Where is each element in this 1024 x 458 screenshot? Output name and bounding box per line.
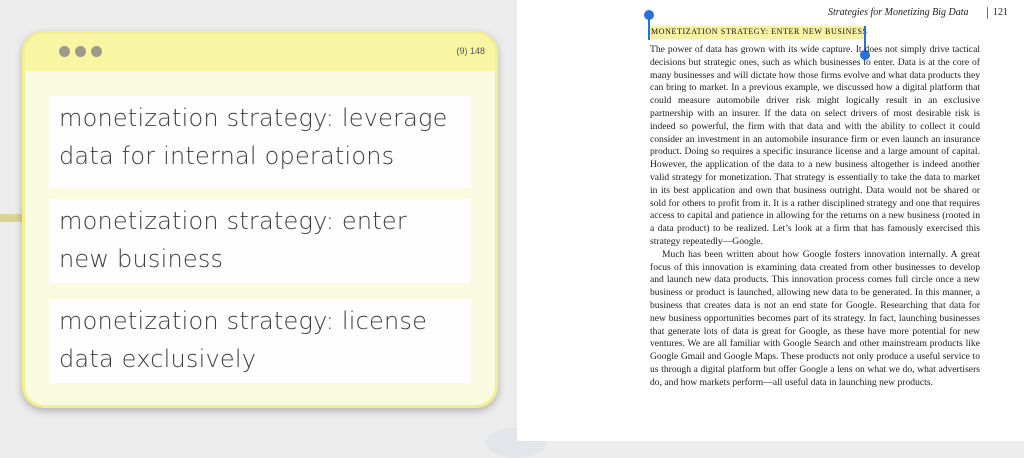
window-dot-icon[interactable] <box>91 46 102 57</box>
note-item[interactable]: monetization strategy: enter new busines… <box>49 199 471 283</box>
note-item[interactable]: monetization strategy: license data excl… <box>49 299 471 383</box>
window-dot-icon[interactable] <box>59 46 70 57</box>
note-item[interactable]: monetization strategy: leverage data for… <box>49 96 471 188</box>
notes-card[interactable]: (9) 148 monetization strategy: leverage … <box>22 31 498 408</box>
section-title[interactable]: MONETIZATION STRATEGY: ENTER NEW BUSINES… <box>651 27 868 36</box>
notes-count: (9) 148 <box>456 46 485 56</box>
window-dot-icon[interactable] <box>75 46 86 57</box>
running-head: Strategies for Monetizing Big Data <box>828 7 969 18</box>
left-edge-accent <box>0 214 24 222</box>
notes-card-header[interactable]: (9) 148 <box>25 34 495 71</box>
selection-start-bar[interactable] <box>648 13 650 40</box>
paragraph[interactable]: Much has been written about how Google f… <box>650 249 980 390</box>
running-head-divider <box>987 7 988 19</box>
paragraph[interactable]: The power of data has grown with its wid… <box>650 44 980 249</box>
page-body-text[interactable]: The power of data has grown with its wid… <box>650 44 980 390</box>
page-number: 121 <box>993 7 1008 18</box>
